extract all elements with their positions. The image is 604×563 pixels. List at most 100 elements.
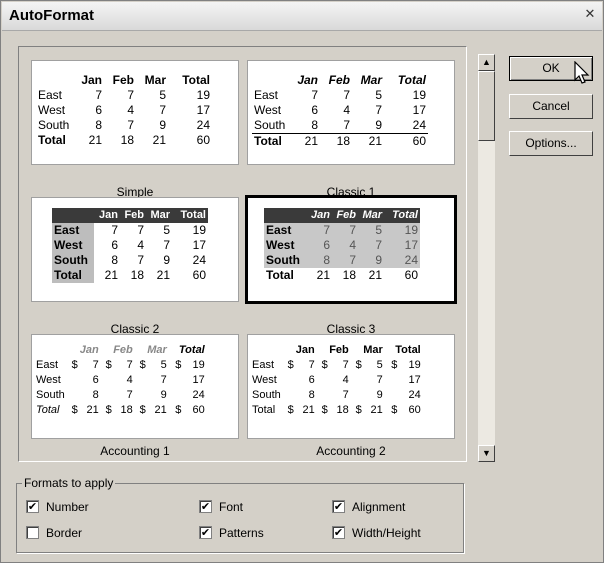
- currency-cell: $: [287, 359, 294, 371]
- checkbox-label: Patterns: [219, 526, 264, 540]
- cancel-button[interactable]: Cancel: [509, 94, 593, 119]
- currency-cell: $: [391, 359, 398, 371]
- header-cell: Total: [178, 344, 205, 356]
- row-label: South: [38, 118, 70, 132]
- sample-preview[interactable]: Jan Feb Mar Total East $7 $7 $5 $19 West 6 4 7 1…: [31, 334, 239, 439]
- cell: 21: [306, 268, 332, 283]
- row-label: Total: [264, 268, 306, 283]
- header-cell: Jan: [295, 344, 315, 356]
- cell: 19: [196, 88, 210, 102]
- sample-table: Jan Feb Mar Total East 7 7 5 19 West 6 4 7 17 So…: [264, 208, 420, 283]
- header-cell: [36, 73, 72, 88]
- cell: 7: [306, 223, 332, 238]
- cell: 21: [86, 404, 99, 416]
- options-label: Options...: [525, 136, 577, 150]
- row-label: East: [264, 223, 306, 238]
- scroll-up-icon[interactable]: ▲: [478, 54, 495, 71]
- currency-cell: $: [321, 359, 328, 371]
- cell: 21: [156, 268, 170, 282]
- check-icon[interactable]: ✔: [199, 500, 212, 513]
- close-icon[interactable]: ✕: [583, 7, 597, 22]
- header-cell: Feb: [113, 344, 133, 356]
- autoformat-dialog: AutoFormat ✕ Jan Feb Mar Total East 7 7 5 19…: [0, 0, 604, 563]
- cell: 17: [196, 103, 210, 117]
- cell: 24: [384, 253, 420, 268]
- currency-cell: $: [355, 359, 362, 371]
- currency-cell: $: [71, 404, 78, 416]
- scroll-thumb[interactable]: [478, 71, 495, 141]
- cell: 17: [412, 103, 426, 117]
- header-cell: Mar: [147, 344, 167, 356]
- cell: 8: [111, 253, 118, 267]
- cell: 5: [159, 88, 166, 102]
- currency-cell: $: [175, 404, 182, 416]
- header-cell: Jan: [94, 208, 120, 223]
- header-cell: Mar: [144, 73, 166, 87]
- cell: 7: [159, 103, 166, 117]
- cell: 7: [111, 223, 118, 237]
- scroll-down-icon[interactable]: ▼: [478, 445, 495, 462]
- sample-preview[interactable]: Jan Feb Mar Total East 7 7 5 19 West 6 4 7 17 So…: [31, 60, 239, 165]
- sample-preview-selected[interactable]: Jan Feb Mar Total East 7 7 5 19 West 6 4 7 17 So…: [245, 195, 457, 304]
- check-icon[interactable]: ✔: [332, 500, 345, 513]
- check-icon[interactable]: ✔: [199, 526, 212, 539]
- cell: 7: [127, 118, 134, 132]
- check-icon[interactable]: ✔: [26, 500, 39, 513]
- cell: 7: [126, 359, 133, 371]
- cell: 8: [92, 389, 99, 401]
- cell: 4: [332, 238, 358, 253]
- header-cell: Total: [172, 208, 208, 223]
- check-icon[interactable]: ✔: [332, 526, 345, 539]
- cell: 24: [192, 253, 206, 267]
- cell: 8: [311, 118, 318, 132]
- currency-cell: $: [105, 359, 112, 371]
- cell: 7: [358, 238, 384, 253]
- cell: 9: [375, 118, 382, 132]
- cell: 21: [370, 404, 383, 416]
- cell: 17: [408, 374, 421, 386]
- sample-table: Jan Feb Mar Total East $7 $7 $5 $19 West 6 4 7 1…: [250, 343, 423, 418]
- checkbox-empty-icon[interactable]: [26, 526, 39, 539]
- cell: 7: [163, 238, 170, 252]
- row-label: South: [254, 118, 286, 132]
- currency-cell: $: [287, 404, 294, 416]
- currency-cell: $: [139, 359, 146, 371]
- sample-preview[interactable]: Jan Feb Mar Total East 7 7 5 19 West 6 4 7 17 So…: [31, 197, 239, 302]
- currency-cell: $: [175, 359, 182, 371]
- currency-cell: $: [71, 359, 78, 371]
- row-label: South: [264, 253, 306, 268]
- header-cell: Feb: [332, 208, 358, 223]
- options-button[interactable]: Options...: [509, 131, 593, 156]
- checkbox-label: Alignment: [352, 500, 406, 514]
- cell: 19: [384, 223, 420, 238]
- header-cell: [34, 343, 67, 358]
- cell: 6: [308, 374, 315, 386]
- sample-preview[interactable]: Jan Feb Mar Total East $7 $7 $5 $19 West 6 4 7 1…: [247, 334, 455, 439]
- cell: 24: [192, 389, 205, 401]
- header-cell: Feb: [120, 208, 146, 223]
- cell: 6: [92, 374, 99, 386]
- sample-preview[interactable]: Jan Feb Mar Total East 7 7 5 19 West 6 4 7 17 So…: [247, 60, 455, 165]
- row-label: South: [52, 253, 94, 268]
- header-cell: Feb: [112, 73, 134, 87]
- sample-table: Jan Feb Mar Total East 7 7 5 19 West 6 4 7 17 So…: [52, 208, 208, 283]
- cell: 60: [408, 404, 421, 416]
- gallery-scrollbar[interactable]: ▲ ▼: [478, 54, 495, 462]
- cell: 21: [152, 133, 166, 147]
- cell: 17: [192, 238, 206, 252]
- currency-cell: $: [139, 404, 146, 416]
- currency-cell: $: [355, 404, 362, 416]
- cell: 24: [408, 389, 421, 401]
- cell: 4: [343, 103, 350, 117]
- cell: 24: [412, 118, 426, 132]
- cell: 5: [160, 359, 167, 371]
- currency-cell: [135, 388, 148, 403]
- header-cell: Total: [182, 73, 210, 87]
- cell: 60: [384, 268, 420, 283]
- cell: 7: [126, 389, 133, 401]
- header-cell: Jan: [79, 344, 99, 356]
- header-cell: Mar: [146, 208, 172, 223]
- header-cell: Total: [384, 208, 420, 223]
- header-cell: Feb: [329, 344, 349, 356]
- header-cell: Mar: [363, 344, 383, 356]
